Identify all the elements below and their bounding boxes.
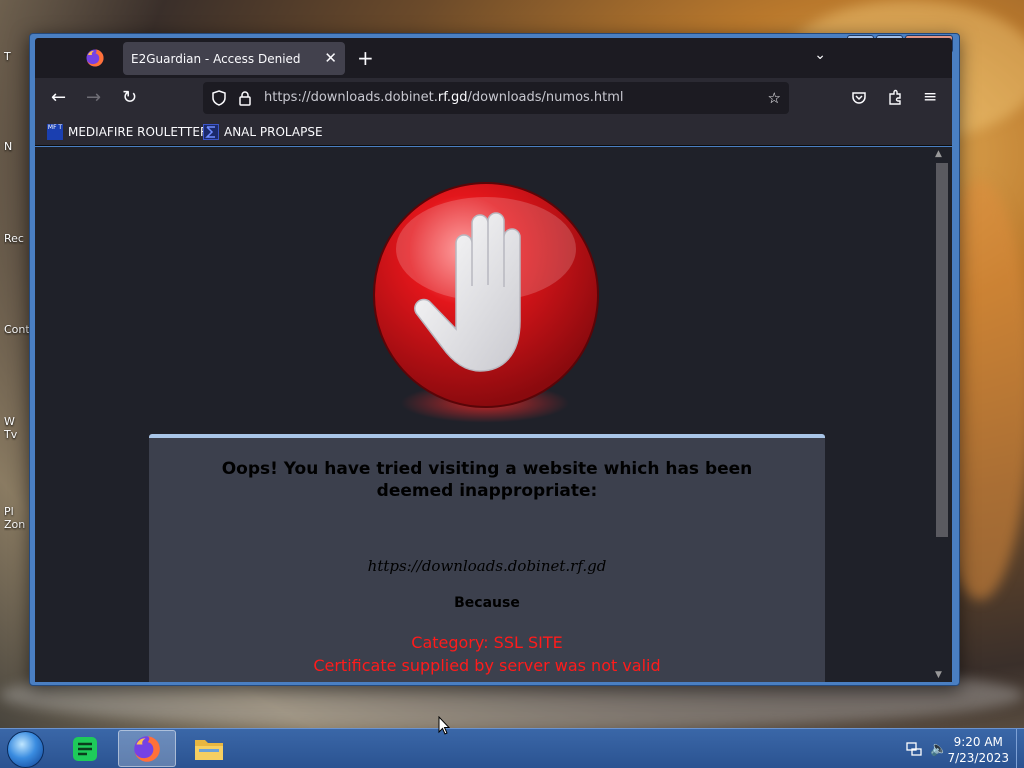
volume-icon[interactable]: 🔈 [930,741,947,757]
firefox-icon[interactable] [85,48,105,68]
show-desktop-button[interactable] [1016,729,1024,768]
because-label: Because [454,595,520,611]
folder-icon [195,739,223,760]
back-arrow-icon[interactable]: ← [51,88,66,108]
reload-icon[interactable]: ↻ [122,88,137,108]
url-text[interactable]: https://downloads.dobinet.rf.gd/download… [264,90,624,105]
block-reason: Certificate supplied by server was not v… [313,656,661,675]
scroll-down-arrow-icon[interactable]: ▼ [935,670,942,680]
bookmark-favicon: MF T [47,124,63,140]
block-category: Category: SSL SITE [411,633,563,652]
forward-arrow-icon[interactable]: → [86,88,101,108]
sigma-icon [203,124,219,140]
url-bar[interactable]: https://downloads.dobinet.rf.gd/download… [203,82,789,114]
url-prefix: https://downloads.dobinet. [264,90,438,105]
blocked-url: https://downloads.dobinet.rf.gd [367,557,607,575]
page-content: Oops! You have tried visiting a website … [35,147,952,682]
bookmarks-toolbar: MF T MEDIAFIRE ROULETTER ANAL PROLAPSE [35,118,952,146]
scroll-up-arrow-icon[interactable]: ▲ [935,149,942,159]
blocked-title: Oops! You have tried visiting a website … [221,459,753,501]
tab-access-denied[interactable]: E2Guardian - Access Denied ✕ [123,42,345,75]
firefox-icon [134,735,160,762]
taskbar: 🔈 9:20 AM 7/23/2023 [0,728,1024,768]
pocket-icon[interactable] [851,90,867,106]
browser-window: ▁ ▢ ✕ E2Guardian - Access Denied ✕ + ⌄ ←… [29,33,960,686]
notes-app-icon [73,736,97,761]
bookmark-star-icon[interactable]: ☆ [768,89,781,107]
url-domain: rf.gd [437,90,468,105]
system-clock[interactable]: 9:20 AM 7/23/2023 [947,734,1009,766]
start-button[interactable] [7,731,44,768]
taskbar-app-firefox[interactable] [118,730,176,767]
clock-time: 9:20 AM [953,735,1003,749]
bookmark-anal-prolapse[interactable]: ANAL PROLAPSE [203,124,323,140]
extensions-icon[interactable] [887,89,904,106]
taskbar-app-notes[interactable] [56,730,114,767]
mouse-cursor-icon [438,716,450,735]
close-icon[interactable]: ✕ [324,49,337,67]
blocked-message-panel: Oops! You have tried visiting a website … [149,434,825,682]
page-scrollbar[interactable]: ▲ ▼ [934,147,948,682]
scrollbar-thumb[interactable] [936,163,948,537]
taskbar-app-explorer[interactable] [180,730,238,767]
new-tab-button[interactable]: + [357,46,374,70]
url-suffix: /downloads/numos.html [467,90,624,105]
menu-icon[interactable]: ≡ [923,87,937,107]
navigation-toolbar: ← → ↻ https://downloads.dobinet.rf.gd/do… [35,78,952,118]
chevron-down-icon[interactable]: ⌄ [814,47,826,63]
bookmark-label: MEDIAFIRE ROULETTER [68,125,209,139]
clock-date: 7/23/2023 [947,751,1009,765]
stop-hand-icon [373,182,599,408]
shield-icon[interactable] [212,90,226,106]
tab-bar: E2Guardian - Access Denied ✕ + ⌄ [35,38,952,78]
network-icon[interactable] [906,741,922,757]
lock-icon[interactable] [238,90,252,106]
bookmark-mediafire-rouletter[interactable]: MF T MEDIAFIRE ROULETTER [47,124,208,140]
bookmark-label: ANAL PROLAPSE [224,125,323,139]
tab-title: E2Guardian - Access Denied [131,51,301,66]
